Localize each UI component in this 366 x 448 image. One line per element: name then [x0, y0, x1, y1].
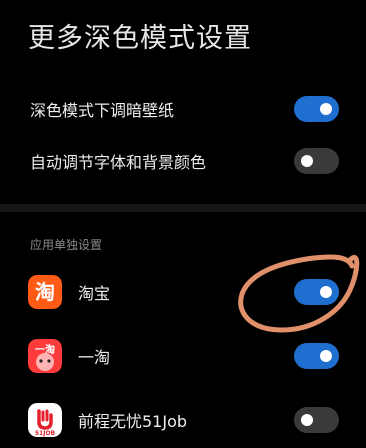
- setting-label: 深色模式下调暗壁纸: [30, 101, 175, 120]
- page-title: 更多深色模式设置: [28, 23, 252, 54]
- toggle-knob: [301, 414, 313, 426]
- yitao-toggle[interactable]: [294, 343, 339, 369]
- toggle-knob: [301, 155, 313, 167]
- app-label: 一淘: [78, 348, 111, 367]
- taobao-icon: 淘: [28, 275, 62, 309]
- taobao-toggle[interactable]: [294, 279, 339, 305]
- app-row-51job[interactable]: 51JOB 前程无忧51Job: [0, 392, 366, 448]
- taobao-icon-glyph: 淘: [35, 280, 55, 304]
- yitao-icon: 一淘: [28, 339, 62, 373]
- toggle-knob: [320, 286, 332, 298]
- setting-label: 自动调节字体和背景颜色: [30, 153, 207, 172]
- app-label: 淘宝: [78, 284, 111, 303]
- dim-wallpaper-toggle[interactable]: [294, 96, 339, 122]
- toggle-knob: [320, 350, 332, 362]
- 51job-toggle[interactable]: [294, 407, 339, 433]
- 51job-icon-glyph: 51JOB: [35, 430, 56, 437]
- setting-row-auto-adjust-colors[interactable]: 自动调节字体和背景颜色: [0, 135, 366, 187]
- auto-adjust-colors-toggle[interactable]: [294, 148, 339, 174]
- app-row-taobao[interactable]: 淘 淘宝: [0, 264, 366, 320]
- section-divider: [0, 204, 366, 212]
- app-row-yitao[interactable]: 一淘 一淘: [0, 328, 366, 384]
- section-label: 应用单独设置: [30, 238, 103, 252]
- setting-row-dim-wallpaper[interactable]: 深色模式下调暗壁纸: [0, 83, 366, 135]
- 51job-icon: 51JOB: [28, 403, 62, 437]
- toggle-knob: [320, 103, 332, 115]
- app-label: 前程无忧51Job: [78, 412, 188, 431]
- yitao-icon-glyph: 一淘: [35, 343, 55, 356]
